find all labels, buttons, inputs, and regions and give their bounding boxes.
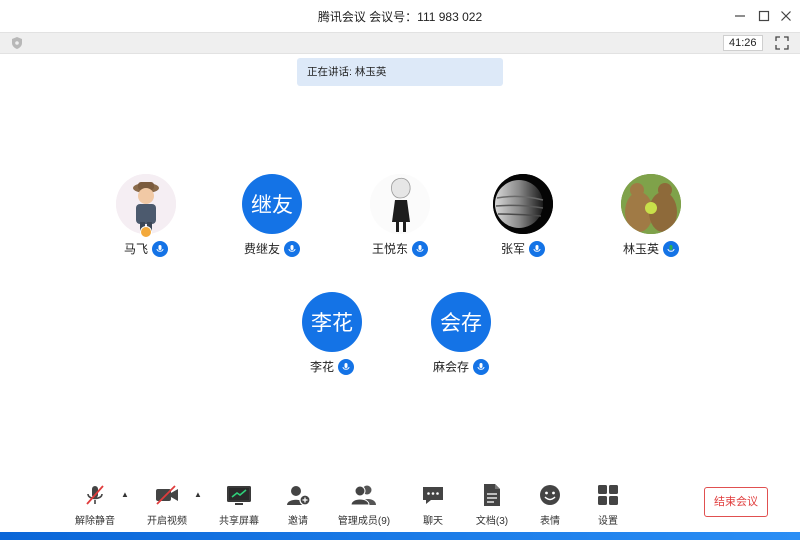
participant-name-row: 林玉英	[591, 240, 711, 257]
invite-label: 邀请	[288, 516, 308, 527]
start-video-label: 开启视频	[147, 516, 187, 527]
speaking-banner: 正在讲话: 林玉英	[297, 58, 503, 86]
close-button[interactable]	[776, 6, 796, 26]
maximize-icon	[758, 10, 770, 22]
maximize-button[interactable]	[754, 6, 774, 26]
participant-name-row: 王悦东	[340, 240, 460, 257]
chat-label: 聊天	[423, 516, 443, 527]
participant-name: 张军	[500, 242, 525, 256]
planet-photo-avatar	[493, 174, 553, 234]
participant-name: 麻会存	[432, 360, 469, 374]
participant-tile[interactable]: 马飞	[86, 174, 206, 257]
shield-icon	[12, 37, 22, 49]
reactions-button[interactable]: 表情	[533, 482, 567, 527]
avatar: 会存	[431, 292, 491, 352]
meeting-toolbar: 解除静音 ▲ 开启视频 ▲ 共享屏幕 邀请 管理成员(9) 聊天 文档(3) 表…	[0, 478, 800, 532]
participant-name-row: 费继友	[212, 240, 332, 257]
participant-name-row: 李花	[272, 358, 392, 375]
mic-on-icon	[152, 240, 168, 257]
avatar-initials: 会存	[440, 312, 482, 335]
fullscreen-button[interactable]	[775, 36, 789, 55]
window-title: 腾讯会议 会议号：111 983 022	[317, 10, 483, 24]
audio-options-caret[interactable]: ▲	[121, 490, 129, 499]
participant-name: 王悦东	[371, 242, 408, 256]
minimize-button[interactable]	[730, 6, 750, 26]
participant-tile[interactable]: 李花 李花	[272, 292, 392, 375]
avatar: 李花	[302, 292, 362, 352]
bears-photo-avatar	[621, 174, 681, 234]
docs-button[interactable]: 文档(3)	[472, 482, 512, 527]
smiley-icon	[540, 485, 560, 505]
manage-members-button[interactable]: 管理成员(9)	[336, 482, 392, 527]
participant-name: 林玉英	[622, 242, 659, 256]
mic-on-icon	[529, 240, 545, 257]
avatar-initials: 李花	[311, 312, 353, 335]
docs-label: 文档(3)	[475, 516, 509, 527]
participant-name: 李花	[309, 360, 334, 374]
participant-name: 马飞	[123, 242, 148, 256]
minimize-icon	[735, 15, 745, 17]
manage-members-label: 管理成员(9)	[337, 516, 391, 527]
end-meeting-button[interactable]: 结束会议	[704, 487, 768, 517]
video-options-caret[interactable]: ▲	[194, 490, 202, 499]
settings-label: 设置	[598, 516, 618, 527]
avatar	[621, 174, 681, 234]
bottom-accent-strip	[0, 532, 800, 540]
avatar	[116, 174, 176, 234]
participant-name-row: 张军	[463, 240, 583, 257]
host-badge-icon	[140, 226, 152, 238]
settings-grid-icon	[598, 485, 618, 505]
mic-on-icon	[338, 358, 354, 375]
document-icon	[484, 484, 500, 506]
participant-tile[interactable]: 会存 麻会存	[401, 292, 521, 375]
chat-icon	[423, 487, 443, 504]
info-bar: 41:26	[0, 32, 800, 54]
share-screen-button[interactable]: 共享屏幕	[216, 482, 262, 527]
camera-off-icon	[156, 485, 178, 505]
avatar	[493, 174, 553, 234]
fullscreen-icon	[775, 36, 789, 50]
participant-tile[interactable]: 张军	[463, 174, 583, 257]
settings-button[interactable]: 设置	[591, 482, 625, 527]
anime-photo-avatar	[370, 174, 430, 234]
share-screen-label: 共享屏幕	[219, 516, 259, 527]
invite-button[interactable]: 邀请	[278, 482, 318, 527]
caret-up-icon: ▲	[194, 490, 202, 499]
invite-user-icon	[287, 486, 311, 506]
members-icon	[350, 485, 376, 506]
participant-tile[interactable]: 王悦东	[340, 174, 460, 257]
chat-button[interactable]: 聊天	[416, 482, 450, 527]
mic-on-icon	[473, 358, 489, 375]
meeting-timer: 41:26	[723, 35, 763, 51]
close-icon	[781, 11, 791, 21]
participant-tile[interactable]: 林玉英	[591, 174, 711, 257]
mic-speaking-icon	[663, 240, 679, 257]
avatar	[370, 174, 430, 234]
unmute-button[interactable]: 解除静音	[72, 482, 118, 527]
participant-tile[interactable]: 继友 费继友	[212, 174, 332, 257]
participant-name: 费继友	[243, 242, 280, 256]
participant-name-row: 麻会存	[401, 358, 521, 375]
participant-name-row: 马飞	[86, 240, 206, 257]
child-photo-avatar	[116, 174, 176, 234]
mic-on-icon	[284, 240, 300, 257]
mic-on-icon	[412, 240, 428, 257]
title-bar: 腾讯会议 会议号：111 983 022	[0, 0, 800, 32]
caret-up-icon: ▲	[121, 490, 129, 499]
avatar: 继友	[242, 174, 302, 234]
share-screen-icon	[227, 486, 251, 505]
start-video-button[interactable]: 开启视频	[144, 482, 190, 527]
reactions-label: 表情	[540, 516, 560, 527]
security-button[interactable]	[10, 36, 24, 55]
mic-muted-icon	[86, 485, 104, 505]
unmute-label: 解除静音	[75, 516, 115, 527]
avatar-initials: 继友	[251, 194, 293, 217]
